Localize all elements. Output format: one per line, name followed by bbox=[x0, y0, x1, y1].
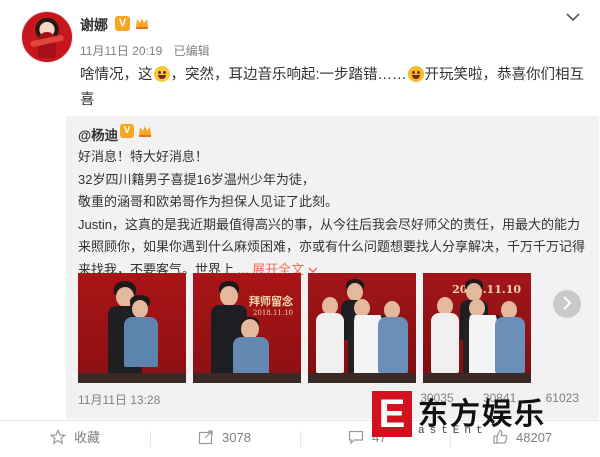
repost-author[interactable]: @杨迪 bbox=[78, 124, 118, 144]
photo-thumbnail[interactable]: 拜师留念 2018.11.10 bbox=[193, 273, 301, 383]
author-name[interactable]: 谢娜 bbox=[80, 15, 108, 35]
post-timestamp[interactable]: 11月11日 20:19 bbox=[80, 44, 162, 58]
chevron-down-icon[interactable] bbox=[566, 12, 580, 22]
watermark-letter: E bbox=[372, 391, 412, 437]
verified-icon: V bbox=[115, 16, 130, 31]
repost-timestamp[interactable]: 11月11日 13:28 bbox=[78, 391, 160, 408]
repost-line: 好消息！特大好消息！ bbox=[78, 149, 209, 164]
star-icon bbox=[49, 429, 67, 445]
reposted-content: @杨迪 V 好消息！特大好消息！ 32岁四川籍男子喜提16岁温州少年为徒， 敬重… bbox=[66, 116, 599, 419]
photo-caption: 2018.11.10 bbox=[452, 283, 521, 296]
photo-thumbnail[interactable]: 2018.11.10 bbox=[423, 273, 531, 383]
repost-line-text: Justin，这真的是我近期最值得高兴的事，从今往后我会尽好师父的责任，用最大的… bbox=[78, 216, 586, 277]
laugh-emoji-icon bbox=[407, 66, 424, 82]
repost-line: Justin，这真的是我近期最值得高兴的事，从今往后我会尽好师父的责任，用最大的… bbox=[78, 214, 588, 282]
repost-line: 敬重的涵哥和欧弟哥作为担保人见证了此刻。 bbox=[78, 194, 339, 209]
watermark-sub: astEnt bbox=[418, 425, 488, 437]
chevron-right-icon bbox=[563, 296, 572, 310]
verified-icon: V bbox=[120, 124, 134, 138]
comment-icon bbox=[348, 430, 364, 445]
share-button[interactable]: 3078 bbox=[198, 424, 251, 452]
edited-label[interactable]: 已编辑 bbox=[174, 44, 210, 58]
share-count: 3078 bbox=[222, 430, 251, 445]
action-separator bbox=[150, 431, 151, 447]
member-icon bbox=[137, 123, 153, 144]
share-icon bbox=[198, 430, 213, 445]
photo-thumbnail[interactable] bbox=[78, 273, 186, 383]
member-icon bbox=[134, 15, 150, 31]
photo-next-button[interactable] bbox=[553, 290, 581, 318]
post-text-segment-1: 啥情况，这 bbox=[80, 67, 153, 83]
photo-thumbnail[interactable] bbox=[308, 273, 416, 383]
author-avatar[interactable] bbox=[21, 11, 73, 63]
action-separator bbox=[300, 431, 301, 447]
post-meta: 11月11日 20:19 已编辑 bbox=[80, 42, 218, 59]
repost-text: 好消息！特大好消息！ 32岁四川籍男子喜提16岁温州少年为徒， 敬重的涵哥和欧弟… bbox=[78, 146, 588, 281]
repost-line: 32岁四川籍男子喜提16岁温州少年为徒， bbox=[78, 171, 315, 187]
smile-emoji-icon bbox=[153, 66, 170, 82]
favorite-button[interactable]: 收藏 bbox=[49, 424, 101, 452]
favorite-label: 收藏 bbox=[74, 430, 101, 445]
weibo-post-card: 谢娜 V 11月11日 20:19 已编辑 啥情况，这 ，突然，耳边音乐响起:一步… bbox=[0, 0, 600, 457]
post-text-segment-2: ，突然，耳边音乐响起:一步踏错…… bbox=[170, 67, 407, 83]
watermark-logo: E 东方娱乐 astEnt bbox=[372, 389, 572, 443]
photo-caption: 拜师留念 2018.11.10 bbox=[249, 295, 293, 317]
